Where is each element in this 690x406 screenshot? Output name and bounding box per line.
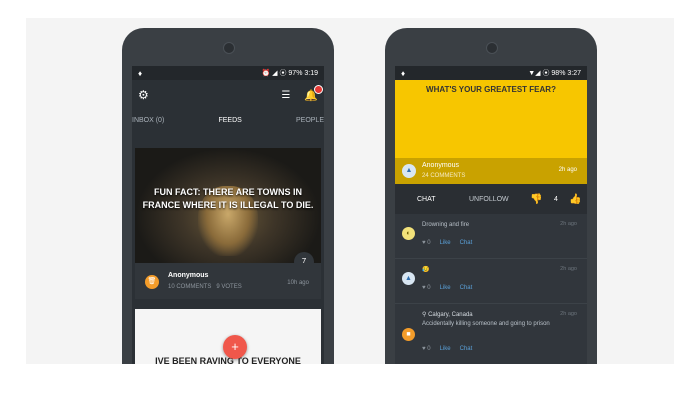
- question-author-bar: ▲ Anonymous 24 COMMENTS 2h ago: [395, 158, 587, 184]
- unfollow-button[interactable]: UNFOLLOW: [469, 196, 509, 203]
- app-notification-icon: ♦: [138, 68, 143, 78]
- like-count: 0: [427, 285, 431, 291]
- comment-body: ⚲ Calgary, Canada Accidentally killing s…: [422, 311, 557, 329]
- trash-avatar-icon: 🗑: [145, 275, 159, 289]
- tab-people[interactable]: PEOPLE: [296, 117, 324, 124]
- status-bar: ♦ ▼◢ ⦿ 98% 3:27: [395, 66, 587, 80]
- location-text: Calgary, Canada: [428, 312, 473, 318]
- tab-inbox[interactable]: INBOX (0): [132, 117, 164, 124]
- chat-button[interactable]: CHAT: [417, 196, 436, 203]
- notification-badge: [314, 84, 323, 94]
- comment-time: 2h ago: [560, 221, 577, 227]
- post-time: 10h ago: [287, 280, 309, 286]
- feeds-screen: ♦ ⏰ ◢ ⦿ 97% 3:19 ⚙ ☰ 🔔 INBOX (0) FEEDS P…: [132, 66, 324, 364]
- vote-count: 4: [554, 195, 558, 203]
- action-bar: CHAT UNFOLLOW 👎 4 👍: [395, 184, 587, 214]
- comment-actions: ♥ 0 Like Chat: [422, 240, 472, 246]
- like-button[interactable]: Like: [440, 240, 451, 246]
- comment-avatar-icon: ▲: [402, 272, 415, 285]
- question-screen: ♦ ▼◢ ⦿ 98% 3:27 WHAT'S YOUR GREATEST FEA…: [395, 66, 587, 364]
- post-card[interactable]: FUN FACT: THERE ARE TOWNS IN FRANCE WHER…: [135, 148, 321, 263]
- app-notification-icon: ♦: [401, 68, 406, 78]
- tab-feeds[interactable]: FEEDS: [218, 117, 241, 124]
- heart-icon[interactable]: ♥ 0: [422, 346, 431, 352]
- status-bar: ♦ ⏰ ◢ ⦿ 97% 3:19: [132, 66, 324, 80]
- question-header: WHAT'S YOUR GREATEST FEAR?: [395, 80, 587, 158]
- thumbs-up-icon[interactable]: 👍: [569, 194, 581, 205]
- post-author: Anonymous: [168, 272, 209, 279]
- chat-link[interactable]: Chat: [460, 240, 473, 246]
- question-author: Anonymous: [422, 162, 459, 169]
- question-title: WHAT'S YOUR GREATEST FEAR?: [426, 85, 556, 94]
- phone-feeds: ♦ ⏰ ◢ ⦿ 97% 3:19 ⚙ ☰ 🔔 INBOX (0) FEEDS P…: [122, 28, 334, 364]
- comment-text: Drowning and fire: [422, 222, 470, 228]
- comment-item: ◐ Drowning and fire 2h ago ♥ 0 Like Chat: [395, 214, 587, 259]
- thumbs-down-icon[interactable]: 👎: [530, 194, 542, 205]
- bell-icon[interactable]: 🔔: [304, 84, 323, 102]
- add-post-button[interactable]: +: [223, 335, 247, 359]
- comment-time: 2h ago: [560, 266, 577, 272]
- post-comments[interactable]: 10 COMMENTS: [168, 284, 211, 290]
- comment-actions: ♥ 0 Like Chat: [422, 285, 472, 291]
- status-icons: ⏰ ◢ ⦿: [261, 70, 287, 77]
- app-bar: ⚙ ☰ 🔔: [132, 80, 324, 110]
- comment-text: Accidentally killing someone and going t…: [422, 321, 550, 327]
- heart-icon[interactable]: ♥ 0: [422, 285, 431, 291]
- comment-time: 2h ago: [560, 311, 577, 317]
- post-text: FUN FACT: THERE ARE TOWNS IN FRANCE WHER…: [142, 187, 314, 210]
- chat-link[interactable]: Chat: [460, 285, 473, 291]
- gear-icon[interactable]: ⚙: [138, 88, 149, 102]
- filter-icon[interactable]: ☰: [281, 90, 290, 101]
- like-button[interactable]: Like: [440, 285, 451, 291]
- phone-speaker: [223, 42, 235, 54]
- heart-icon[interactable]: ♥ 0: [422, 240, 431, 246]
- battery-level: 98%: [551, 70, 566, 77]
- like-count: 0: [427, 346, 431, 352]
- chat-link[interactable]: Chat: [460, 346, 473, 352]
- comment-actions: ♥ 0 Like Chat: [422, 346, 472, 352]
- status-icons: ▼◢ ⦿: [528, 70, 550, 77]
- tab-bar: INBOX (0) FEEDS PEOPLE: [132, 110, 324, 130]
- clock: 3:19: [304, 70, 318, 77]
- anonymous-avatar-icon: ▲: [402, 164, 416, 178]
- comment-location: ⚲ Calgary, Canada: [422, 312, 473, 318]
- comment-text: 😥: [422, 267, 430, 273]
- comment-avatar-icon: ■: [402, 328, 415, 341]
- like-button[interactable]: Like: [440, 346, 451, 352]
- phone-speaker: [486, 42, 498, 54]
- question-time: 2h ago: [558, 167, 577, 173]
- post-votes: 9 VOTES: [216, 284, 242, 290]
- phone-question: ♦ ▼◢ ⦿ 98% 3:27 WHAT'S YOUR GREATEST FEA…: [385, 28, 597, 364]
- comment-item: ▲ 😥 2h ago ♥ 0 Like Chat: [395, 259, 587, 304]
- clock: 3:27: [567, 70, 581, 77]
- question-comments: 24 COMMENTS: [422, 173, 466, 179]
- post-footer: 🗑 Anonymous 10 COMMENTS 9 VOTES 10h ago: [135, 263, 321, 299]
- like-count: 0: [427, 240, 431, 246]
- comment-item: ■ ⚲ Calgary, Canada Accidentally killing…: [395, 304, 587, 364]
- battery-level: 97%: [288, 70, 303, 77]
- post-meta: 10 COMMENTS 9 VOTES: [168, 284, 242, 290]
- comment-avatar-icon: ◐: [402, 227, 415, 240]
